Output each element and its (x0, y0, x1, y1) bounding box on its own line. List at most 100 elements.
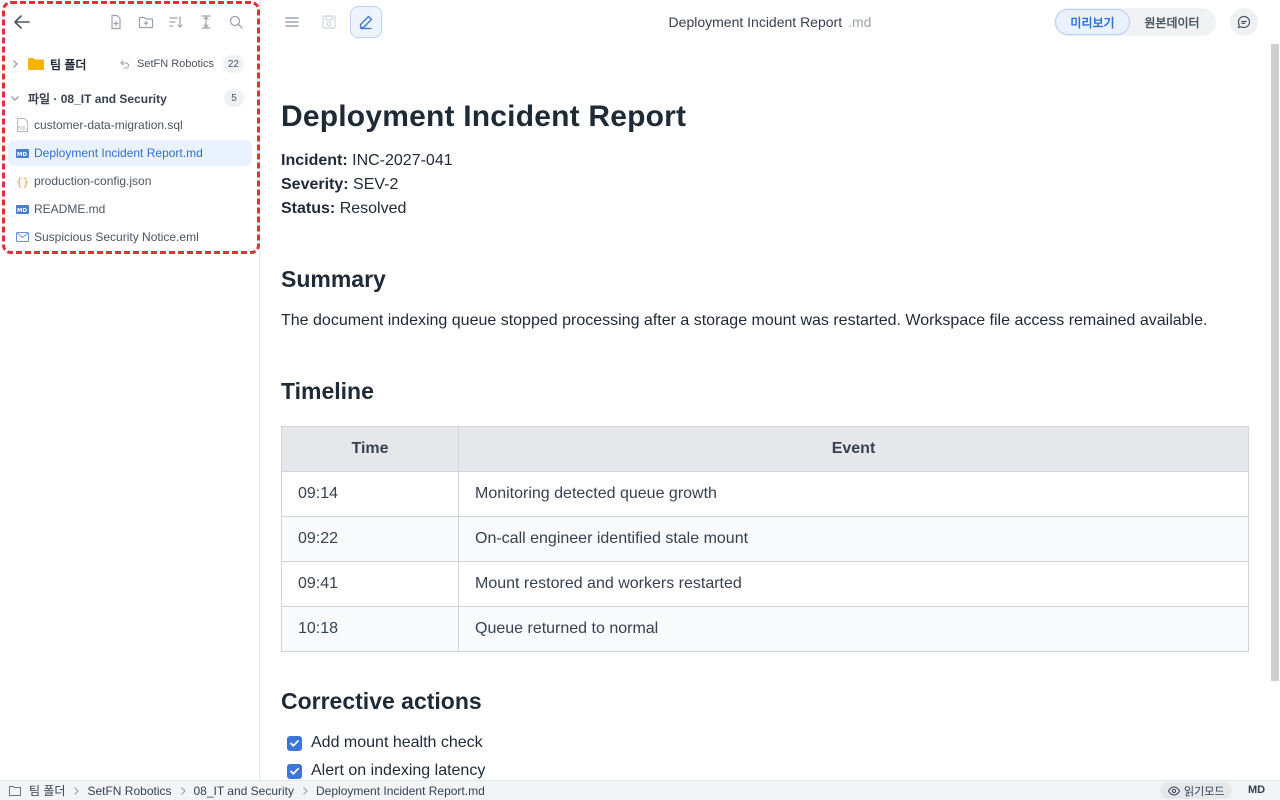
folder-outline-icon (9, 786, 21, 796)
document-heading: Deployment Incident Report (281, 100, 687, 133)
menu-icon[interactable] (276, 6, 308, 38)
file-name: production-config.json (34, 174, 152, 188)
checkbox-checked-icon[interactable] (287, 763, 302, 779)
sql-file-icon: SQL (16, 118, 29, 132)
meta-incident: Incident: INC-2027-041 (281, 152, 453, 170)
table-header-event: Event (458, 426, 1249, 472)
scrollbar-thumb[interactable] (1271, 44, 1279, 681)
markdown-file-icon: MD (16, 202, 29, 216)
file-item-readme[interactable]: MD README.md (8, 196, 252, 222)
back-arrow-icon[interactable] (9, 10, 35, 34)
files-count-badge: 5 (224, 89, 244, 107)
chevron-down-icon[interactable] (8, 91, 22, 105)
folder-icon (28, 58, 44, 70)
meta-key: Incident: (281, 152, 348, 169)
meta-key: Severity: (281, 176, 349, 193)
files-section-label: 파일 · 08_IT and Security (28, 91, 167, 106)
file-name: Deployment Incident Report.md (34, 146, 203, 160)
app-window: 팀 폴더 SetFN Robotics 22 파일 · 08_IT and Se… (0, 0, 1280, 800)
meta-key: Status: (281, 200, 336, 217)
sort-icon[interactable] (164, 10, 188, 34)
table-cell-time: 10:18 (281, 606, 459, 652)
breadcrumb: 팀 폴더 SetFN Robotics 08_IT and Security D… (29, 782, 485, 799)
meta-status: Status: Resolved (281, 200, 406, 218)
table-header-row: Time Event (281, 426, 1249, 472)
svg-text:SQL: SQL (18, 126, 28, 132)
summary-heading: Summary (281, 266, 386, 292)
chevron-right-icon (303, 786, 308, 795)
new-folder-icon[interactable] (134, 10, 158, 34)
search-icon[interactable] (224, 10, 248, 34)
view-mode-toggle: 미리보기 원본데이터 (1054, 8, 1216, 36)
table-header-time: Time (281, 426, 459, 472)
edit-pencil-icon[interactable] (350, 6, 382, 38)
json-file-icon: {} (16, 174, 29, 189)
undo-icon (120, 60, 130, 69)
document-preview: Deployment Incident Report Incident: INC… (261, 44, 1271, 780)
summary-text: The document indexing queue stopped proc… (281, 312, 1208, 329)
format-indicator: MD (1248, 784, 1266, 796)
team-folder-label: 팀 폴더 (50, 57, 87, 72)
table-row: 10:18 Queue returned to normal (281, 606, 1249, 652)
timeline-heading: Timeline (281, 378, 374, 404)
file-item-production-config[interactable]: {} production-config.json (8, 168, 252, 194)
editor-topbar: Deployment Incident Report .md 미리보기 원본데이터 (260, 0, 1280, 44)
document-title-ext: .md (848, 14, 872, 30)
collapse-all-icon[interactable] (194, 10, 218, 34)
files-section-row[interactable]: 파일 · 08_IT and Security 5 (8, 85, 252, 111)
file-item-deployment-incident-report[interactable]: MD Deployment Incident Report.md (8, 140, 252, 166)
team-folder-row[interactable]: 팀 폴더 SetFN Robotics 22 (8, 51, 252, 77)
chevron-right-icon (74, 786, 80, 795)
file-explorer-sidebar: 팀 폴더 SetFN Robotics 22 파일 · 08_IT and Se… (0, 0, 260, 780)
table-row: 09:41 Mount restored and workers restart… (281, 561, 1249, 607)
team-org: SetFN Robotics (118, 58, 214, 70)
task-item: Alert on indexing latency (287, 762, 485, 780)
breadcrumb-item[interactable]: 팀 폴더 (29, 782, 65, 799)
team-org-name: SetFN Robotics (137, 58, 215, 70)
chevron-right-icon (180, 786, 186, 795)
file-name: customer-data-migration.sql (34, 118, 183, 132)
table-row: 09:14 Monitoring detected queue growth (281, 471, 1249, 517)
markdown-file-icon: MD (16, 146, 29, 160)
file-item-suspicious-security-notice[interactable]: Suspicious Security Notice.eml (8, 224, 252, 250)
read-mode-button[interactable]: 읽기모드 (1160, 782, 1233, 799)
read-mode-label: 읽기모드 (1184, 785, 1225, 798)
chevron-right-icon[interactable] (8, 57, 22, 71)
status-bar: 팀 폴더 SetFN Robotics 08_IT and Security D… (0, 780, 1280, 800)
file-item-customer-data-migration[interactable]: SQL customer-data-migration.sql (8, 112, 252, 138)
eye-icon (1168, 785, 1180, 796)
new-file-icon[interactable] (104, 10, 128, 34)
table-cell-time: 09:22 (281, 516, 459, 562)
table-cell-time: 09:41 (281, 561, 459, 607)
preview-tab[interactable]: 미리보기 (1055, 9, 1130, 35)
table-cell-event: Mount restored and workers restarted (458, 561, 1249, 607)
svg-text:MD: MD (17, 208, 27, 214)
document-title-name: Deployment Incident Report (668, 14, 843, 30)
svg-text:MD: MD (17, 152, 27, 158)
timeline-table: Time Event 09:14 Monitoring detected que… (281, 426, 1249, 652)
task-label: Alert on indexing latency (311, 762, 486, 779)
table-row: 09:22 On-call engineer identified stale … (281, 516, 1249, 562)
table-cell-event: Monitoring detected queue growth (458, 471, 1249, 517)
svg-text:{}: {} (16, 176, 29, 189)
actions-heading: Corrective actions (281, 688, 482, 714)
email-file-icon (16, 230, 29, 244)
meta-severity: Severity: SEV-2 (281, 176, 398, 194)
table-cell-event: Queue returned to normal (458, 606, 1249, 652)
save-icon[interactable] (313, 6, 345, 38)
task-label: Add mount health check (311, 734, 483, 751)
file-name: README.md (34, 202, 106, 216)
checkbox-checked-icon[interactable] (287, 735, 302, 751)
sidebar-toolbar (0, 0, 260, 44)
breadcrumb-item[interactable]: 08_IT and Security (194, 784, 295, 798)
meta-value: SEV-2 (353, 176, 399, 193)
team-count-badge: 22 (222, 55, 244, 73)
breadcrumb-item[interactable]: Deployment Incident Report.md (316, 784, 485, 798)
raw-data-tab[interactable]: 원본데이터 (1130, 9, 1214, 35)
table-cell-time: 09:14 (281, 471, 459, 517)
meta-value: INC-2027-041 (352, 152, 453, 169)
chat-icon[interactable] (1230, 8, 1258, 36)
meta-value: Resolved (339, 200, 407, 217)
task-item: Add mount health check (287, 734, 483, 752)
breadcrumb-item[interactable]: SetFN Robotics (87, 784, 171, 798)
